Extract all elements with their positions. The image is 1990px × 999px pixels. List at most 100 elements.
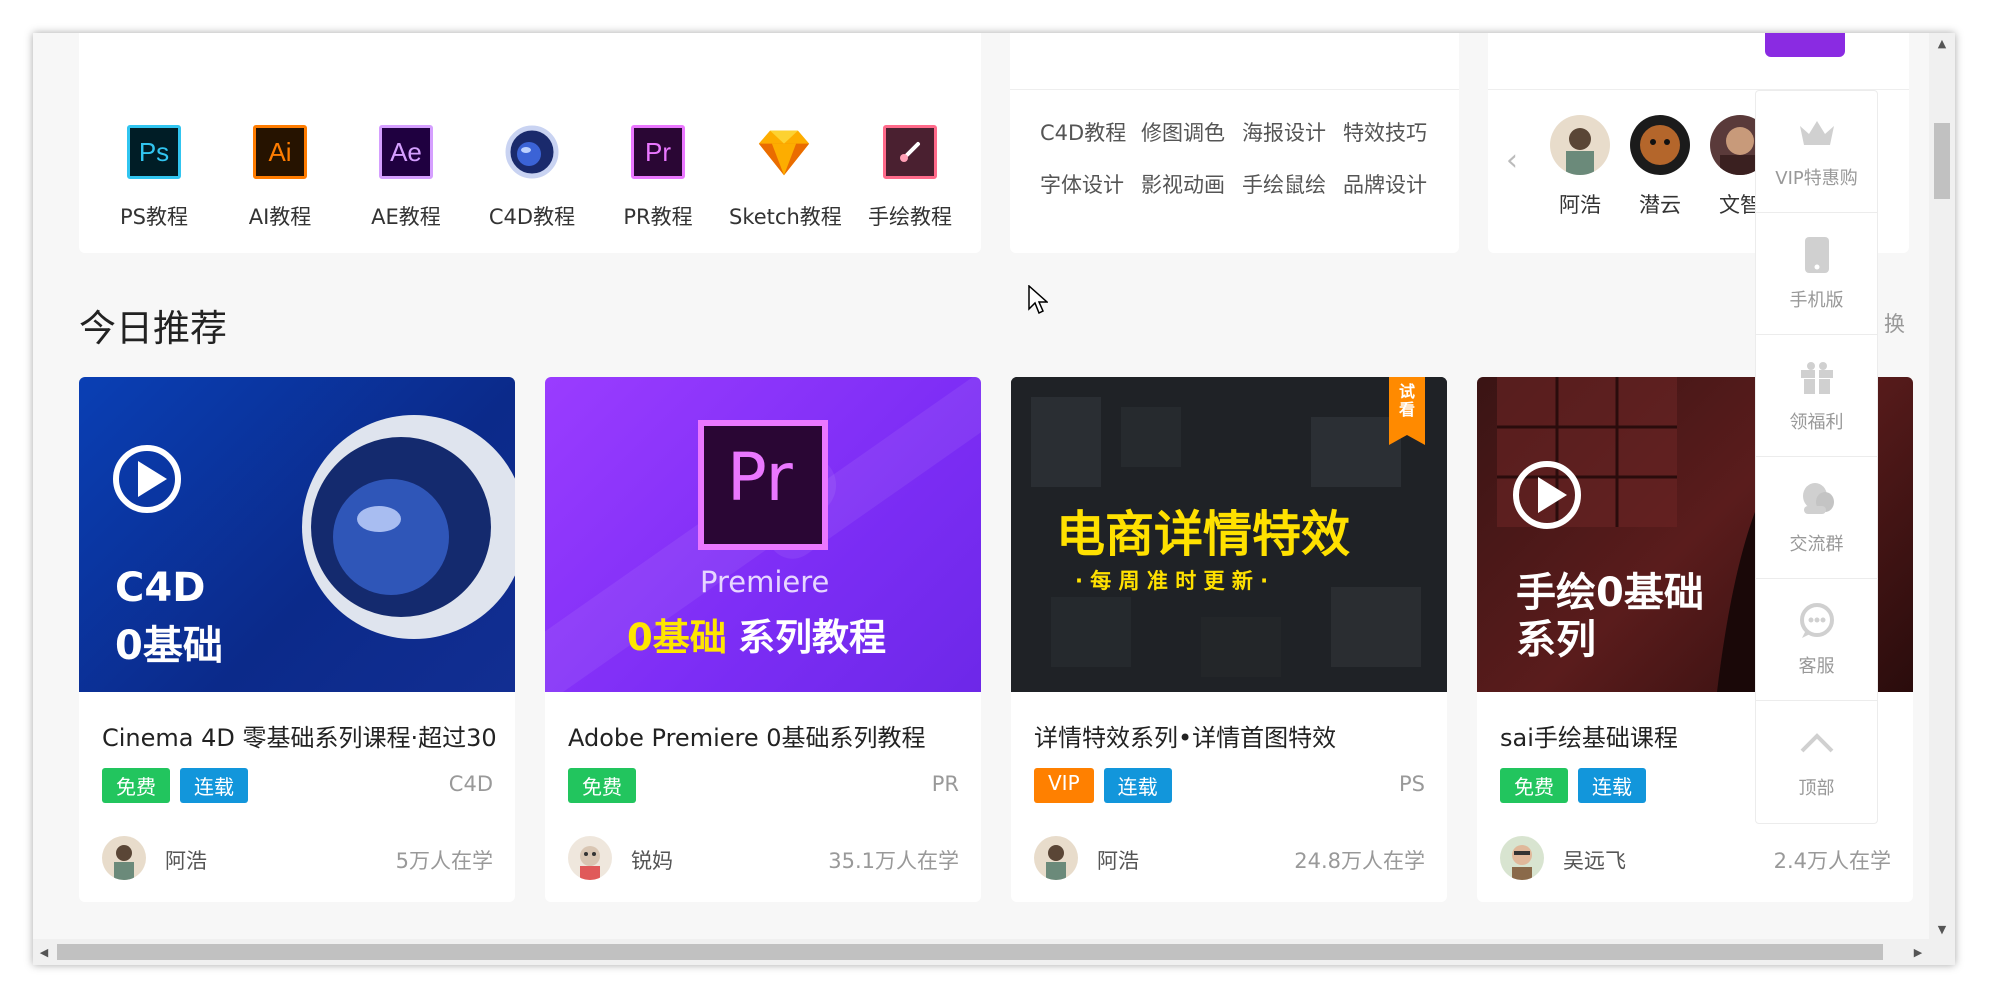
vertical-scroll-thumb[interactable] (1934, 123, 1950, 199)
software-label: PS教程 (120, 205, 188, 229)
chevron-left-icon[interactable]: ‹ (1506, 143, 1518, 178)
course-title[interactable]: Adobe Premiere 0基础系列教程 (568, 718, 968, 753)
badge-serial: 连载 (180, 768, 248, 803)
course-title[interactable]: Cinema 4D 零基础系列课程·超过30 (102, 718, 502, 753)
software-category-panel: Ps PS教程 Ai AI教程 Ae AE教程 C4D教程 Pr PR教程 Sk… (79, 33, 981, 253)
avatar[interactable] (568, 836, 612, 880)
learner-count: 2.4万人在学 (1773, 849, 1891, 873)
chat-group-icon (1798, 480, 1836, 518)
tag-link[interactable]: 海报设计 (1242, 117, 1326, 147)
avatar (1550, 115, 1610, 175)
software-item-handdraw[interactable]: 手绘教程 (855, 125, 965, 231)
trial-ribbon: 试看 (1398, 382, 1415, 419)
software-item-c4d[interactable]: C4D教程 (477, 125, 587, 231)
tag-link[interactable]: 品牌设计 (1343, 169, 1427, 199)
float-label: 顶部 (1798, 778, 1835, 799)
learner-count: 24.8万人在学 (1294, 849, 1425, 873)
software-label: C4D教程 (488, 205, 576, 229)
thumbnail-subheading: 系列 (1516, 617, 1596, 663)
software-item-ae[interactable]: Ae AE教程 (351, 125, 461, 231)
avatar[interactable] (102, 836, 146, 880)
badge-serial: 连载 (1103, 768, 1172, 803)
course-card[interactable]: C4D 0基础 Cinema 4D 零基础系列课程·超过30 免费 连载 C4D… (79, 377, 515, 902)
refresh-link[interactable]: 换 (1884, 308, 1905, 338)
phone-icon (1798, 236, 1836, 274)
thumbnail-subheading: 系列教程 (738, 616, 886, 659)
float-support[interactable]: 客服 (1756, 579, 1877, 701)
horizontal-scrollbar[interactable]: ◀ ▶ (33, 939, 1955, 965)
float-mobile[interactable]: 手机版 (1756, 213, 1877, 335)
topic-tags-panel: C4D教程 修图调色 海报设计 特效技巧 字体设计 影视动画 手绘鼠绘 品牌设计 (1010, 33, 1459, 253)
float-label: 领福利 (1789, 411, 1844, 433)
course-category: C4D (448, 772, 493, 796)
premiere-logo: Pr (727, 439, 793, 516)
course-category: PS (1399, 772, 1425, 796)
author-name[interactable]: 吴远飞 (1563, 845, 1626, 875)
thumbnail-subheading-highlight: 0基础 (627, 616, 727, 659)
promo-badge-image[interactable] (1765, 33, 1845, 57)
software-item-ps[interactable]: Ps PS教程 (99, 125, 209, 231)
avatar[interactable] (1500, 836, 1544, 880)
scroll-right-icon[interactable]: ▶ (1907, 939, 1929, 965)
photoshop-icon: Ps (127, 125, 181, 179)
software-label: AI教程 (248, 205, 312, 229)
tag-link[interactable]: C4D教程 (1040, 117, 1126, 147)
tag-link[interactable]: 影视动画 (1141, 169, 1225, 199)
course-title[interactable]: 详情特效系列•详情首图特效 (1034, 718, 1434, 753)
thumbnail-heading: Premiere (700, 565, 830, 599)
tag-link[interactable]: 手绘鼠绘 (1242, 169, 1326, 199)
mouse-cursor-icon (1028, 285, 1048, 315)
teacher-item[interactable]: 阿浩 (1540, 115, 1620, 219)
float-vip-deal[interactable]: VIP特惠购 (1756, 91, 1877, 213)
course-thumbnail[interactable]: Pr Premiere 0基础 系列教程 (545, 377, 981, 692)
course-card[interactable]: Pr Premiere 0基础 系列教程 Adobe Premiere 0基础系… (545, 377, 981, 902)
support-icon (1798, 602, 1836, 640)
float-welfare[interactable]: 领福利 (1756, 335, 1877, 457)
badge-free: 免费 (102, 768, 170, 803)
badge-row: 免费 连载 (102, 768, 248, 803)
float-label: 交流群 (1789, 533, 1844, 555)
software-item-ai[interactable]: Ai AI教程 (225, 125, 335, 231)
teacher-name: 阿浩 (1559, 193, 1601, 217)
teacher-item[interactable]: 潜云 (1620, 115, 1700, 219)
scroll-down-icon[interactable]: ▼ (1929, 919, 1955, 939)
avatar (1630, 115, 1690, 175)
scroll-up-icon[interactable]: ▲ (1929, 33, 1955, 53)
gift-icon (1798, 358, 1836, 396)
tag-link[interactable]: 修图调色 (1141, 117, 1225, 147)
avatar[interactable] (1034, 836, 1078, 880)
teacher-name: 潜云 (1639, 193, 1681, 217)
after-effects-icon: Ae (379, 125, 433, 179)
scroll-left-icon[interactable]: ◀ (33, 939, 55, 965)
float-group[interactable]: 交流群 (1756, 457, 1877, 579)
software-item-pr[interactable]: Pr PR教程 (603, 125, 713, 231)
course-card[interactable]: 试看 电商详情特效 · 每 周 准 时 更 新 · 详情特效系列•详情首图特效 … (1011, 377, 1447, 902)
horizontal-scroll-thumb[interactable] (57, 944, 1883, 960)
badge-row: 免费 (568, 768, 636, 803)
float-back-to-top[interactable]: 顶部 (1756, 701, 1877, 823)
course-thumbnail[interactable]: C4D 0基础 (79, 377, 515, 692)
section-title: 今日推荐 (79, 307, 227, 350)
chevron-up-icon (1798, 724, 1836, 762)
author-name[interactable]: 阿浩 (165, 845, 207, 875)
badge-serial: 连载 (1578, 768, 1646, 803)
vertical-scrollbar[interactable]: ▲ ▼ (1929, 33, 1955, 939)
badge-row: VIP 连载 (1034, 768, 1172, 803)
sketch-icon (757, 125, 811, 179)
author-name[interactable]: 阿浩 (1097, 845, 1139, 875)
course-thumbnail[interactable]: 试看 电商详情特效 · 每 周 准 时 更 新 · (1011, 377, 1447, 692)
learner-count: 5万人在学 (395, 849, 493, 873)
crown-icon (1798, 114, 1836, 152)
software-item-sketch[interactable]: Sketch教程 (729, 125, 842, 231)
tag-link[interactable]: 特效技巧 (1343, 117, 1427, 147)
browser-window: Ps PS教程 Ai AI教程 Ae AE教程 C4D教程 Pr PR教程 Sk… (33, 33, 1955, 965)
page-viewport: Ps PS教程 Ai AI教程 Ae AE教程 C4D教程 Pr PR教程 Sk… (33, 33, 1929, 939)
tag-link[interactable]: 字体设计 (1040, 169, 1124, 199)
author-name[interactable]: 锐妈 (631, 845, 673, 875)
thumbnail-heading: 电商详情特效 (1056, 506, 1351, 563)
illustrator-icon: Ai (253, 125, 307, 179)
float-label: 客服 (1798, 655, 1835, 677)
thumbnail-subheading: 0基础 (115, 623, 223, 669)
premiere-icon: Pr (631, 125, 685, 179)
cinema4d-icon (505, 125, 559, 179)
